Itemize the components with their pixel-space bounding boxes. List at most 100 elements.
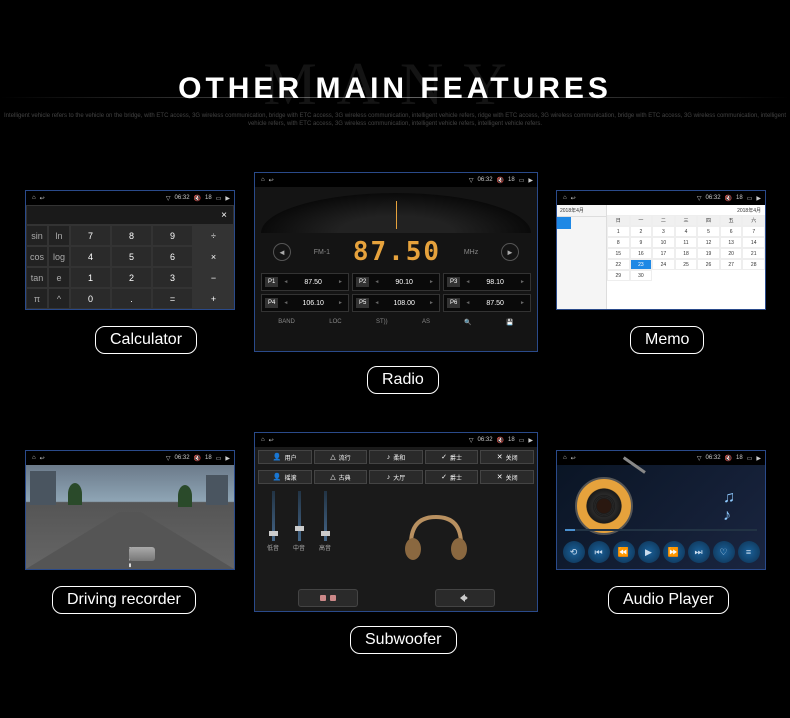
calendar-day[interactable]: 1 xyxy=(607,226,630,237)
calendar-day[interactable]: 29 xyxy=(607,270,630,281)
eq-slider[interactable]: 高音 xyxy=(319,491,331,581)
eq-preset-tab[interactable]: 👤摇滚 xyxy=(258,470,312,484)
seek-down-button[interactable]: ◄ xyxy=(273,243,291,261)
preset-button[interactable]: P4◄106.10► xyxy=(261,294,349,312)
calendar-day[interactable]: 21 xyxy=(742,248,765,259)
preset-button[interactable]: P5◄108.00► xyxy=(352,294,440,312)
eq-preset-tab[interactable]: ♪柔和 xyxy=(369,450,423,464)
radio-toolbar-button[interactable]: ST)) xyxy=(376,319,388,326)
calendar-day[interactable]: 24 xyxy=(652,259,675,270)
play-button[interactable]: ▶ xyxy=(638,541,660,563)
battery-icon: ▭ xyxy=(519,437,525,444)
calc-key[interactable]: − xyxy=(193,267,234,288)
calc-key[interactable]: 6 xyxy=(152,246,193,267)
weekday-header: 日 xyxy=(607,215,630,226)
calc-key[interactable]: × xyxy=(193,246,234,267)
status-bar: ⌂↩ ▽06:32🔇18▭▶ xyxy=(255,173,537,187)
calc-key[interactable]: e xyxy=(48,267,70,288)
calendar-day[interactable]: 20 xyxy=(720,248,743,259)
eq-slider[interactable]: 中音 xyxy=(293,491,305,581)
eq-preset-tab[interactable]: ♪大厅 xyxy=(369,470,423,484)
favorite-button[interactable]: ♡ xyxy=(713,541,735,563)
eq-preset-tab[interactable]: ✓爵士 xyxy=(425,470,479,484)
calendar-day[interactable]: 17 xyxy=(652,248,675,259)
calendar-day[interactable]: 25 xyxy=(675,259,698,270)
calc-key[interactable]: = xyxy=(152,288,193,309)
eq-slider[interactable]: 低音 xyxy=(267,491,279,581)
calendar-day[interactable]: 30 xyxy=(630,270,653,281)
playlist-button[interactable]: ≡ xyxy=(738,541,760,563)
calendar-day[interactable]: 10 xyxy=(652,237,675,248)
calc-key[interactable]: ÷ xyxy=(193,225,234,246)
calendar-day[interactable]: 12 xyxy=(697,237,720,248)
calc-key[interactable]: ln xyxy=(48,225,70,246)
calendar-day[interactable]: 26 xyxy=(697,259,720,270)
calc-key[interactable]: 0 xyxy=(70,288,111,309)
radio-toolbar-button[interactable]: 💾 xyxy=(506,319,513,326)
calendar-day[interactable]: 2 xyxy=(630,226,653,237)
preset-button[interactable]: P3◄98.10► xyxy=(443,273,531,291)
calendar-day[interactable]: 19 xyxy=(697,248,720,259)
next-button[interactable]: ⏭ xyxy=(688,541,710,563)
eq-preset-tab[interactable]: △流行 xyxy=(314,450,368,464)
eq-preset-tab[interactable]: ✓爵士 xyxy=(425,450,479,464)
eq-preset-tab[interactable]: ✕关闭 xyxy=(480,470,534,484)
calc-key[interactable]: sin xyxy=(26,225,48,246)
calc-key[interactable]: π xyxy=(26,288,48,309)
sub-button-2[interactable] xyxy=(435,589,495,607)
calendar-day[interactable]: 6 xyxy=(720,226,743,237)
calc-key[interactable]: 7 xyxy=(70,225,111,246)
calc-key[interactable]: ^ xyxy=(48,288,70,309)
calendar-day[interactable]: 23 xyxy=(630,259,653,270)
calc-key[interactable]: 5 xyxy=(111,246,152,267)
calendar-day[interactable]: 18 xyxy=(675,248,698,259)
radio-toolbar-button[interactable]: BAND xyxy=(278,319,295,326)
calendar-day[interactable]: 8 xyxy=(607,237,630,248)
calendar-day[interactable]: 28 xyxy=(742,259,765,270)
calendar-day[interactable]: 14 xyxy=(742,237,765,248)
calendar-day[interactable]: 5 xyxy=(697,226,720,237)
calendar-day[interactable]: 16 xyxy=(630,248,653,259)
volume-icon: 🔇 xyxy=(194,455,201,462)
repeat-button[interactable]: ⟲ xyxy=(563,541,585,563)
preset-button[interactable]: P6◄87.50► xyxy=(443,294,531,312)
calendar-day[interactable]: 11 xyxy=(675,237,698,248)
prev-button[interactable]: ⏮ xyxy=(588,541,610,563)
calc-key[interactable]: 1 xyxy=(70,267,111,288)
eq-preset-tab[interactable]: 👤用户 xyxy=(258,450,312,464)
calc-key[interactable]: 8 xyxy=(111,225,152,246)
preset-button[interactable]: P2◄90.10► xyxy=(352,273,440,291)
eq-preset-tab[interactable]: △古典 xyxy=(314,470,368,484)
calc-key[interactable]: . xyxy=(111,288,152,309)
calendar-day[interactable]: 4 xyxy=(675,226,698,237)
calendar-day[interactable]: 7 xyxy=(742,226,765,237)
calendar-day[interactable]: 22 xyxy=(607,259,630,270)
calc-key[interactable]: log xyxy=(48,246,70,267)
progress-bar[interactable] xyxy=(565,529,757,531)
seek-up-button[interactable]: ► xyxy=(501,243,519,261)
memo-label: Memo xyxy=(630,326,704,354)
rewind-button[interactable]: ⏪ xyxy=(613,541,635,563)
preset-button[interactable]: P1◄87.50► xyxy=(261,273,349,291)
calc-key[interactable]: + xyxy=(193,288,234,309)
calendar-day[interactable]: 15 xyxy=(607,248,630,259)
sub-button-1[interactable] xyxy=(298,589,358,607)
calendar-day[interactable]: 27 xyxy=(720,259,743,270)
radio-toolbar-button[interactable]: AS xyxy=(422,319,430,326)
calc-key[interactable]: 2 xyxy=(111,267,152,288)
eq-preset-tab[interactable]: ✕关闭 xyxy=(480,450,534,464)
calc-key[interactable]: tan xyxy=(26,267,48,288)
clock-text: 06:32 xyxy=(706,195,721,201)
calc-key[interactable]: 4 xyxy=(70,246,111,267)
calc-key[interactable]: cos xyxy=(26,246,48,267)
calc-key[interactable]: 9 xyxy=(152,225,193,246)
calc-key[interactable]: 3 xyxy=(152,267,193,288)
radio-toolbar-button[interactable]: 🔍 xyxy=(464,319,471,326)
calendar-day[interactable]: 13 xyxy=(720,237,743,248)
radio-toolbar-button[interactable]: LOC xyxy=(329,319,341,326)
radio-dial[interactable] xyxy=(261,193,531,233)
calendar-day[interactable]: 9 xyxy=(630,237,653,248)
forward-button[interactable]: ⏩ xyxy=(663,541,685,563)
calendar-day[interactable]: 3 xyxy=(652,226,675,237)
memo-selected-cell[interactable] xyxy=(557,217,571,229)
